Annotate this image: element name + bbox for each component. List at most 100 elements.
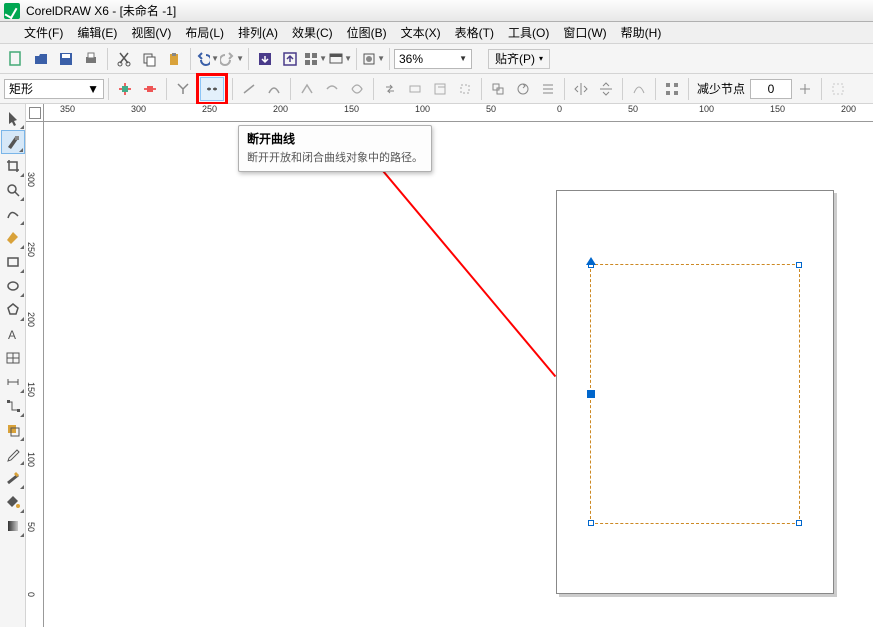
- zoom-fit-button[interactable]: ▼: [361, 47, 385, 71]
- cusp-node-button[interactable]: [295, 77, 319, 101]
- canvas-area[interactable]: 断开曲线 断开开放和闭合曲线对象中的路径。: [44, 122, 873, 627]
- interactive-tool[interactable]: [1, 418, 25, 442]
- ruler-tick: 0: [26, 592, 36, 597]
- to-line-button[interactable]: [237, 77, 261, 101]
- separator: [373, 78, 374, 100]
- redo-button[interactable]: ▼: [220, 47, 244, 71]
- stretch-scale-button[interactable]: [486, 77, 510, 101]
- freehand-tool[interactable]: [1, 202, 25, 226]
- separator: [108, 78, 109, 100]
- shape-tool[interactable]: [1, 130, 25, 154]
- selected-node[interactable]: [587, 390, 595, 398]
- text-tool[interactable]: A: [1, 322, 25, 346]
- node-handle[interactable]: [796, 262, 802, 268]
- menu-table[interactable]: 表格(T): [449, 22, 500, 43]
- connector-tool[interactable]: [1, 394, 25, 418]
- outline-tool[interactable]: [1, 466, 25, 490]
- extract-subpath-button[interactable]: [428, 77, 452, 101]
- close-curve-button[interactable]: [453, 77, 477, 101]
- delete-node-button[interactable]: [138, 77, 162, 101]
- shape-dropdown-value: 矩形: [9, 80, 33, 97]
- polygon-tool[interactable]: [1, 298, 25, 322]
- menu-text[interactable]: 文本(X): [395, 22, 447, 43]
- ruler-tick: 300: [26, 172, 36, 187]
- rotate-skew-button[interactable]: [511, 77, 535, 101]
- shape-type-dropdown[interactable]: 矩形▼: [4, 79, 104, 99]
- app-logo-icon: [4, 3, 20, 19]
- menu-help[interactable]: 帮助(H): [615, 22, 668, 43]
- menu-view[interactable]: 视图(V): [125, 22, 177, 43]
- break-curve-button[interactable]: [200, 77, 224, 101]
- crop-tool[interactable]: [1, 154, 25, 178]
- export-button[interactable]: [278, 47, 302, 71]
- ellipse-tool[interactable]: [1, 274, 25, 298]
- tooltip-body: 断开开放和闭合曲线对象中的路径。: [247, 149, 423, 165]
- ruler-tick: 300: [131, 104, 146, 114]
- menu-tools[interactable]: 工具(O): [502, 22, 555, 43]
- selected-rectangle[interactable]: [590, 264, 800, 524]
- menu-edit[interactable]: 编辑(E): [71, 22, 123, 43]
- to-curve-button[interactable]: [262, 77, 286, 101]
- separator: [166, 78, 167, 100]
- symmetric-node-button[interactable]: [345, 77, 369, 101]
- reflect-v-button[interactable]: [594, 77, 618, 101]
- pick-tool[interactable]: [1, 106, 25, 130]
- table-tool[interactable]: [1, 346, 25, 370]
- rectangle-tool[interactable]: [1, 250, 25, 274]
- interactive-fill-tool[interactable]: [1, 514, 25, 538]
- ruler-tick: 200: [26, 312, 36, 327]
- break-curve-highlight: [196, 73, 228, 105]
- undo-button[interactable]: ▼: [195, 47, 219, 71]
- ruler-tick: 250: [26, 242, 36, 257]
- elastic-mode-button[interactable]: [627, 77, 651, 101]
- menu-effects[interactable]: 效果(C): [286, 22, 339, 43]
- open-button[interactable]: [29, 47, 53, 71]
- separator: [481, 78, 482, 100]
- ruler-tick: 50: [26, 522, 36, 532]
- smart-fill-tool[interactable]: [1, 226, 25, 250]
- fill-tool[interactable]: [1, 490, 25, 514]
- import-button[interactable]: [253, 47, 277, 71]
- bounding-box-button[interactable]: [826, 77, 850, 101]
- cut-button[interactable]: [112, 47, 136, 71]
- horizontal-ruler[interactable]: 350 300 250 200 150 100 50 0 50 100 150 …: [44, 104, 873, 122]
- paste-button[interactable]: [162, 47, 186, 71]
- separator: [622, 78, 623, 100]
- menu-arrange[interactable]: 排列(A): [232, 22, 284, 43]
- menu-layout[interactable]: 布局(L): [179, 22, 230, 43]
- snap-button[interactable]: 贴齐(P)▾: [488, 49, 550, 69]
- join-nodes-button[interactable]: [171, 77, 195, 101]
- separator: [290, 78, 291, 100]
- vertical-ruler[interactable]: 300 250 200 150 100 50 0: [26, 122, 44, 627]
- menu-file[interactable]: 文件(F): [18, 22, 69, 43]
- node-handle[interactable]: [796, 520, 802, 526]
- new-button[interactable]: [4, 47, 28, 71]
- ruler-origin[interactable]: [26, 104, 44, 122]
- separator: [821, 78, 822, 100]
- reverse-direction-button[interactable]: [378, 77, 402, 101]
- zoom-level-input[interactable]: 36%▼: [394, 49, 472, 69]
- copy-button[interactable]: [137, 47, 161, 71]
- node-handle[interactable]: [588, 520, 594, 526]
- reduce-nodes-input[interactable]: [750, 79, 792, 99]
- zoom-tool[interactable]: [1, 178, 25, 202]
- save-button[interactable]: [54, 47, 78, 71]
- align-nodes-button[interactable]: [536, 77, 560, 101]
- app-launcher-button[interactable]: ▼: [303, 47, 327, 71]
- smooth-node-button[interactable]: [320, 77, 344, 101]
- dimension-tool[interactable]: [1, 370, 25, 394]
- add-node-button[interactable]: [113, 77, 137, 101]
- reflect-h-button[interactable]: [569, 77, 593, 101]
- title-bar: CorelDRAW X6 - [未命名 -1]: [0, 0, 873, 22]
- menu-window[interactable]: 窗口(W): [557, 22, 612, 43]
- print-button[interactable]: [79, 47, 103, 71]
- curve-smoothness-button[interactable]: [793, 77, 817, 101]
- eyedropper-tool[interactable]: [1, 442, 25, 466]
- select-all-nodes-button[interactable]: [660, 77, 684, 101]
- welcome-button[interactable]: ▼: [328, 47, 352, 71]
- extend-curve-button[interactable]: [403, 77, 427, 101]
- ruler-tick: 150: [344, 104, 359, 114]
- menu-bitmap[interactable]: 位图(B): [341, 22, 393, 43]
- start-node-icon[interactable]: [586, 257, 596, 265]
- separator: [564, 78, 565, 100]
